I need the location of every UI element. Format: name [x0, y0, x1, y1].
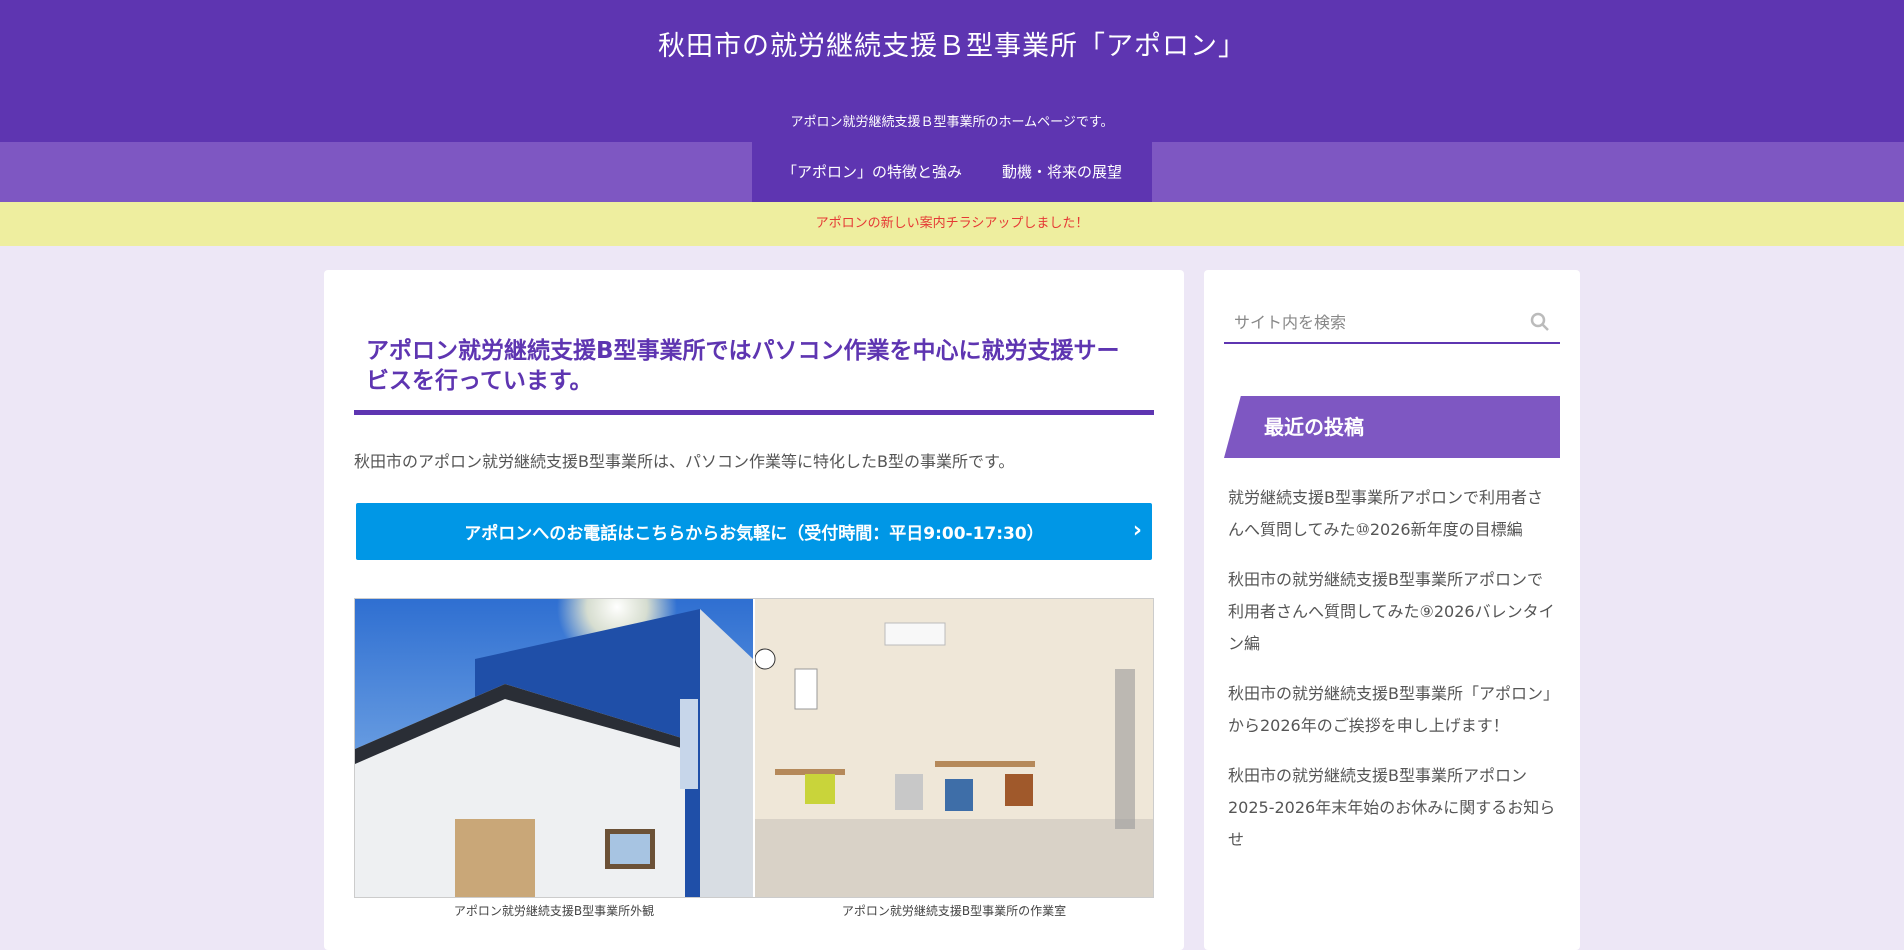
site-description: アポロン就労継続支援Ｂ型事業所のホームページです。 [790, 115, 1114, 130]
site-title[interactable]: 秋田市の就労継続支援Ｂ型事業所「アポロン」 [0, 24, 1904, 63]
recent-post-link[interactable]: 秋田市の就労継続支援B型事業所「アポロン」から2026年のご挨拶を申し上げます！ [1228, 678, 1558, 742]
photo-gallery [354, 598, 1154, 898]
caption-workroom: アポロン就労継続支援B型事業所の作業室 [841, 904, 1067, 918]
nav-item-vision[interactable]: 動機・将来の展望 [982, 142, 1142, 202]
notice-text[interactable]: アポロンの新しい案内チラシアップしました！ [816, 216, 1089, 231]
building-exterior-photo [355, 599, 753, 897]
recent-posts-list: 就労継続支援B型事業所アポロンで利用者さんへ質問してみた⑩2026新年度の目標編… [1228, 482, 1558, 874]
global-nav: 「アポロン」の特徴と強み 動機・将来の展望 [0, 142, 1904, 202]
article-title: アポロン就労継続支援B型事業所ではパソコン作業を中心に就労支援サービスを行ってい… [354, 336, 1154, 415]
search-input[interactable] [1224, 300, 1536, 344]
phone-cta-button[interactable]: アポロンへのお電話はこちらからお気軽に（受付時間：平日9:00-17:30） › [356, 503, 1152, 560]
phone-cta-label: アポロンへのお電話はこちらからお気軽に（受付時間：平日9:00-17:30） [464, 524, 1044, 544]
recent-post-link[interactable]: 秋田市の就労継続支援B型事業所アポロンで利用者さんへ質問してみた⑨2026バレン… [1228, 564, 1558, 660]
main-article: アポロン就労継続支援B型事業所ではパソコン作業を中心に就労支援サービスを行ってい… [324, 270, 1184, 950]
sidebar: 最近の投稿 就労継続支援B型事業所アポロンで利用者さんへ質問してみた⑩2026新… [1204, 270, 1580, 950]
recent-post-link[interactable]: 秋田市の就労継続支援B型事業所アポロン2025-2026年末年始のお休みに関する… [1228, 760, 1558, 856]
nav-menu: 「アポロン」の特徴と強み 動機・将来の展望 [752, 142, 1152, 202]
recent-post-link[interactable]: 就労継続支援B型事業所アポロンで利用者さんへ質問してみた⑩2026新年度の目標編 [1228, 482, 1558, 546]
chevron-right-icon: › [1132, 518, 1142, 543]
caption-exterior: アポロン就労継続支援B型事業所外観 [453, 904, 655, 918]
search-box [1224, 300, 1560, 344]
site-header: 秋田市の就労継続支援Ｂ型事業所「アポロン」 アポロン就労継続支援Ｂ型事業所のホー… [0, 0, 1904, 142]
recent-posts-heading: 最近の投稿 [1224, 396, 1560, 458]
notice-bar[interactable]: アポロンの新しい案内チラシアップしました！ [0, 202, 1904, 246]
workroom-photo [755, 599, 1153, 897]
search-icon[interactable] [1530, 312, 1550, 336]
photo-captions: アポロン就労継続支援B型事業所外観 アポロン就労継続支援B型事業所の作業室 [354, 902, 1154, 919]
nav-item-features[interactable]: 「アポロン」の特徴と強み [762, 142, 982, 202]
article-intro: 秋田市のアポロン就労継続支援B型事業所は、パソコン作業等に特化したB型の事業所で… [354, 452, 1015, 471]
